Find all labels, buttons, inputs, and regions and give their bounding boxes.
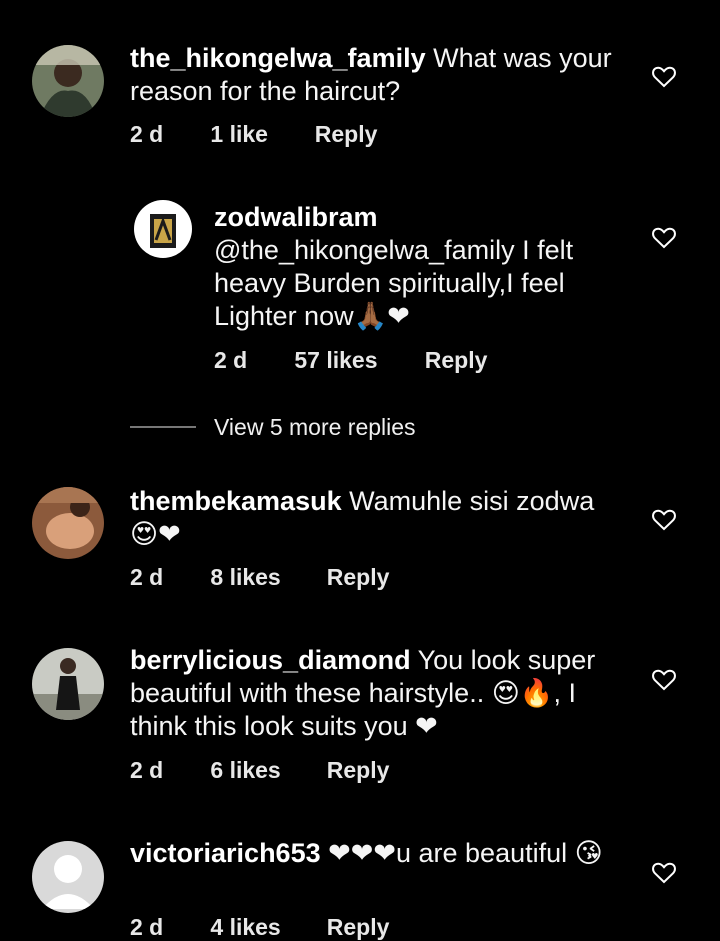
heart-icon[interactable] [652, 509, 676, 531]
comment-time: 2 d [130, 757, 164, 783]
comment-meta: 2 d 6 likes Reply [130, 757, 389, 784]
reply-body: zodwalibram @the_hikongelwa_family I fel… [214, 201, 614, 333]
comment-meta: 2 d 57 likes Reply [214, 347, 487, 374]
heart-icon[interactable] [652, 227, 676, 249]
like-count[interactable]: 1 like [210, 121, 308, 148]
comment-meta: 2 d 8 likes Reply [130, 564, 389, 591]
comment-body: thembekamasuk Wamuhle sisi zodwa 😍❤ [130, 485, 620, 551]
like-count[interactable]: 6 likes [210, 757, 320, 784]
like-count[interactable]: 4 likes [210, 914, 320, 941]
avatar[interactable] [32, 45, 104, 117]
comment-username[interactable]: victoriarich653 [130, 838, 321, 868]
comment-text: @the_hikongelwa_family I felt heavy Burd… [214, 235, 574, 331]
comment-username[interactable]: thembekamasuk [130, 486, 342, 516]
heart-icon[interactable] [652, 669, 676, 691]
like-count[interactable]: 8 likes [210, 564, 320, 591]
comment-time: 2 d [130, 564, 164, 590]
avatar[interactable] [32, 841, 104, 913]
comment-meta: 2 d 4 likes Reply [130, 914, 389, 941]
comment-username[interactable]: zodwalibram [214, 202, 378, 232]
comment-text: ❤❤❤u are beautiful 😘 [328, 838, 603, 868]
reply-button[interactable]: Reply [327, 914, 390, 941]
comment-body: victoriarich653 ❤❤❤u are beautiful 😘 [130, 837, 620, 870]
avatar[interactable] [32, 648, 104, 720]
reply-button[interactable]: Reply [327, 757, 390, 784]
comment-username[interactable]: berrylicious_diamond [130, 645, 411, 675]
view-more-label[interactable]: View 5 more replies [214, 414, 416, 441]
comment-body: berrylicious_diamond You look super beau… [130, 644, 620, 743]
comment-time: 2 d [214, 347, 248, 373]
avatar[interactable] [134, 200, 192, 258]
reply-button[interactable]: Reply [425, 347, 488, 374]
comment-time: 2 d [130, 121, 164, 147]
heart-icon[interactable] [652, 66, 676, 88]
comment-username[interactable]: the_hikongelwa_family [130, 43, 426, 73]
heart-icon[interactable] [652, 862, 676, 884]
reply-button[interactable]: Reply [327, 564, 390, 591]
like-count[interactable]: 57 likes [294, 347, 418, 374]
comment-time: 2 d [130, 914, 164, 940]
divider-line [130, 426, 196, 428]
reply-button[interactable]: Reply [315, 121, 378, 148]
comment-body: the_hikongelwa_family What was your reas… [130, 42, 620, 108]
avatar[interactable] [32, 487, 104, 559]
comment-meta: 2 d 1 like Reply [130, 121, 377, 148]
